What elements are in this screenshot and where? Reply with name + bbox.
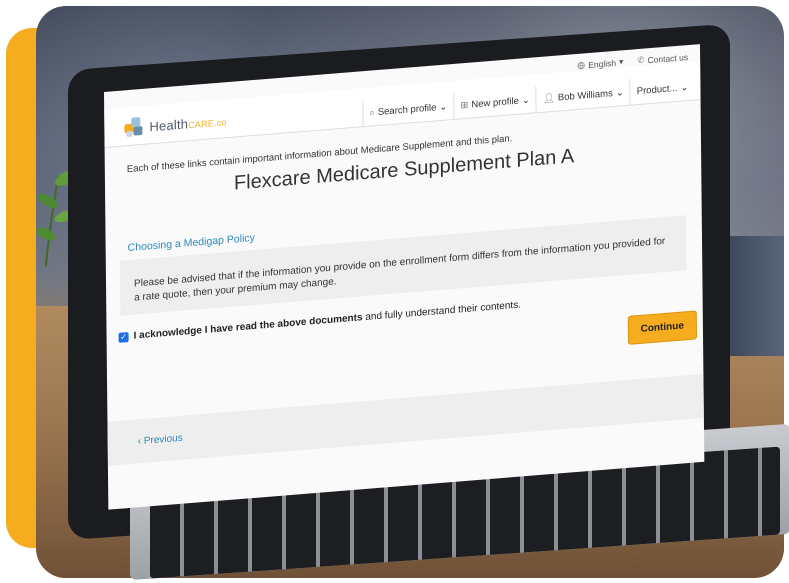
brand-name-main: Health [149,115,189,134]
search-icon: ⌕ [369,106,375,119]
products-label: Product... [636,82,678,97]
brand-logo[interactable]: HealthCARE.co [124,110,227,139]
logo-mark-icon [124,117,144,139]
chevron-down-icon: ▾ [618,56,624,67]
chevron-down-icon: ⌄ [615,86,624,99]
user-icon: 👤︎ [542,92,555,105]
background-object [724,236,784,356]
navigation-footer: ‹ Previous [107,373,704,466]
globe-icon [577,61,585,69]
phone-icon: ✆ [637,54,645,66]
laptop-screen: English ▾ ✆ Contact us HealthCARE.co ⌕ S… [104,44,705,510]
action-row: Continue [129,310,698,385]
products-menu[interactable]: Product... ⌄ [629,73,695,105]
chevron-down-icon: ⌄ [680,81,689,94]
document-link-medigap[interactable]: Choosing a Medigap Policy [128,232,255,254]
search-profile-label: Search profile [377,101,437,118]
main-content: Each of these links contain important in… [105,100,703,387]
language-label: English [588,57,617,70]
acknowledge-label-bold: I acknowledge I have read the above docu… [133,312,363,342]
new-profile-label: New profile [471,95,519,110]
acknowledge-label-rest: and fully understand their contents. [362,299,522,324]
brand-name: HealthCARE.co [149,113,226,134]
acknowledge-checkbox[interactable]: ✓ [118,331,129,343]
chevron-down-icon: ⌄ [521,94,530,106]
user-name: Bob Williams [557,87,613,104]
previous-label: Previous [143,432,183,447]
add-document-icon: ⊞ [460,99,469,111]
previous-link[interactable]: ‹ Previous [138,432,183,447]
chevron-left-icon: ‹ [137,435,142,447]
continue-button[interactable]: Continue [627,310,698,345]
brand-name-suffix: CARE.co [188,116,227,130]
chevron-down-icon: ⌄ [439,100,448,113]
